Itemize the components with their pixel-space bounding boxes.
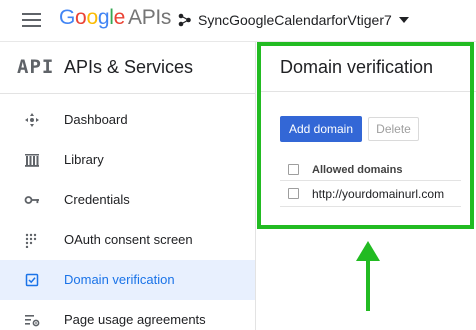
logo-letter: o — [86, 6, 98, 29]
logo-apis-text: APIs — [127, 6, 172, 29]
sidebar-item-label: OAuth consent screen — [64, 232, 193, 247]
main-header: Domain verification — [257, 42, 476, 92]
logo-letter: e — [113, 6, 126, 29]
add-domain-button[interactable]: Add domain — [280, 116, 362, 142]
sidebar-item-credentials[interactable]: Credentials — [0, 180, 255, 220]
api-badge-icon: API — [17, 56, 55, 78]
table-header-row: Allowed domains — [280, 159, 461, 181]
hamburger-menu-icon[interactable] — [22, 12, 41, 28]
library-icon — [25, 154, 39, 167]
logo-letter: g — [97, 6, 110, 29]
logo-letter: o — [75, 6, 87, 29]
sidebar-item-label: Dashboard — [64, 112, 128, 127]
allowed-domains-table: Allowed domains http://yourdomainurl.com — [280, 159, 461, 207]
sidebar: API APIs & Services Dashboard Library Cr… — [0, 42, 256, 330]
sidebar-item-domain-verification[interactable]: Domain verification — [0, 260, 255, 300]
top-bar: Google APIs SyncGoogleCalendarforVtiger7 — [0, 0, 476, 42]
table-row[interactable]: http://yourdomainurl.com — [280, 181, 461, 207]
domain-check-icon — [25, 273, 39, 287]
annotation-up-arrow-icon — [356, 241, 380, 311]
dashboard-icon — [25, 113, 39, 127]
sidebar-item-dashboard[interactable]: Dashboard — [0, 100, 255, 140]
delete-button[interactable]: Delete — [368, 117, 419, 141]
sidebar-item-oauth-consent-screen[interactable]: OAuth consent screen — [0, 220, 255, 260]
sidebar-item-label: Page usage agreements — [64, 312, 206, 327]
page-title: Domain verification — [280, 57, 434, 77]
column-header-allowed-domains: Allowed domains — [312, 164, 403, 176]
sidebar-title: APIs & Services — [64, 57, 194, 77]
caret-down-icon — [398, 17, 409, 23]
row-checkbox[interactable] — [288, 188, 299, 199]
sidebar-item-label: Library — [64, 152, 104, 167]
settings-list-icon — [25, 315, 40, 327]
select-all-checkbox[interactable] — [288, 164, 299, 175]
oauth-dots-icon — [25, 233, 37, 248]
sidebar-nav: Dashboard Library Credentials OAuth cons… — [0, 100, 255, 330]
domain-cell: http://yourdomainurl.com — [312, 187, 445, 201]
sidebar-item-label: Domain verification — [64, 272, 175, 287]
sidebar-item-page-usage-agreements[interactable]: Page usage agreements — [0, 300, 255, 330]
sidebar-item-library[interactable]: Library — [0, 140, 255, 180]
sidebar-item-label: Credentials — [64, 192, 130, 207]
project-selector[interactable]: SyncGoogleCalendarforVtiger7 — [178, 11, 409, 29]
project-name: SyncGoogleCalendarforVtiger7 — [198, 12, 392, 28]
project-dots-icon — [178, 13, 191, 27]
google-apis-logo[interactable]: Google APIs — [59, 6, 171, 30]
logo-letter: G — [59, 6, 76, 29]
sidebar-header: API APIs & Services — [0, 42, 256, 94]
key-icon — [24, 196, 39, 204]
